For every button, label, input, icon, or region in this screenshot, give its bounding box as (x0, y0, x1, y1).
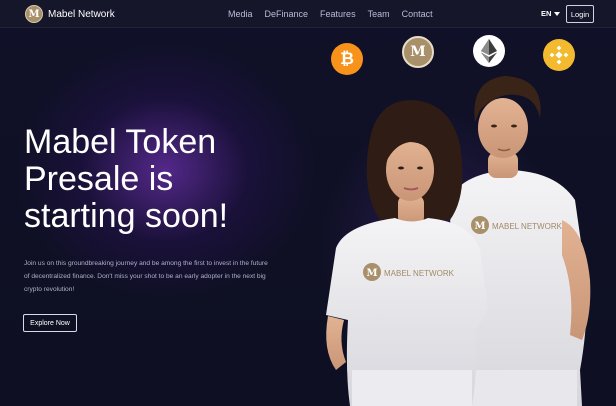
brand[interactable]: M Mabel Network (25, 5, 115, 23)
language-label: EN (541, 9, 552, 18)
mabel-token-icon: M (402, 36, 434, 68)
caret-down-icon (554, 11, 561, 16)
shirt-brand-text: MABEL NETWORK (384, 269, 455, 278)
shirt-logo-letter: M (366, 268, 377, 279)
shirt-brand-text: MABEL NETWORK (492, 222, 563, 231)
nav-link-features[interactable]: Features (320, 9, 356, 19)
hero-description: Join us on this groundbreaking journey a… (24, 257, 314, 296)
mabel-logo-icon: M (25, 5, 43, 23)
hero-title-line: Presale is (24, 160, 174, 198)
nav-link-contact[interactable]: Contact (402, 9, 433, 19)
nav-link-media[interactable]: Media (228, 9, 253, 19)
nav-link-team[interactable]: Team (368, 9, 390, 19)
hero-description-line: Join us on this groundbreaking journey a… (24, 260, 268, 267)
hero-title: Mabel Token Presale is starting soon! (24, 124, 304, 235)
top-navbar: M Mabel Network Media DeFinance Features… (0, 0, 616, 28)
ethereum-glyph (481, 39, 497, 63)
explore-now-button[interactable]: Explore Now (23, 314, 77, 332)
hero-description-line: of decentralized finance. Don't miss you… (24, 273, 266, 280)
nav-link-definance[interactable]: DeFinance (265, 9, 309, 19)
language-selector[interactable]: EN (541, 9, 561, 18)
binance-glyph (549, 45, 569, 65)
woman-figure: M MABEL NETWORK (326, 100, 488, 406)
hero-description-line: crypto revolution! (24, 286, 75, 293)
shirt-logo-letter: M (474, 221, 485, 232)
hero-title-line: starting soon! (24, 197, 229, 235)
brand-name: Mabel Network (48, 8, 115, 20)
ethereum-icon (473, 35, 505, 67)
login-button[interactable]: Login (566, 5, 594, 23)
landing-page: M Mabel Network Media DeFinance Features… (0, 0, 616, 406)
binance-coin-icon (543, 39, 575, 71)
nav-links: Media DeFinance Features Team Contact (228, 9, 445, 19)
hero-title-line: Mabel Token (24, 123, 217, 161)
hero-photo: M MABEL NETWORK M MABEL NETWORK (326, 76, 591, 406)
